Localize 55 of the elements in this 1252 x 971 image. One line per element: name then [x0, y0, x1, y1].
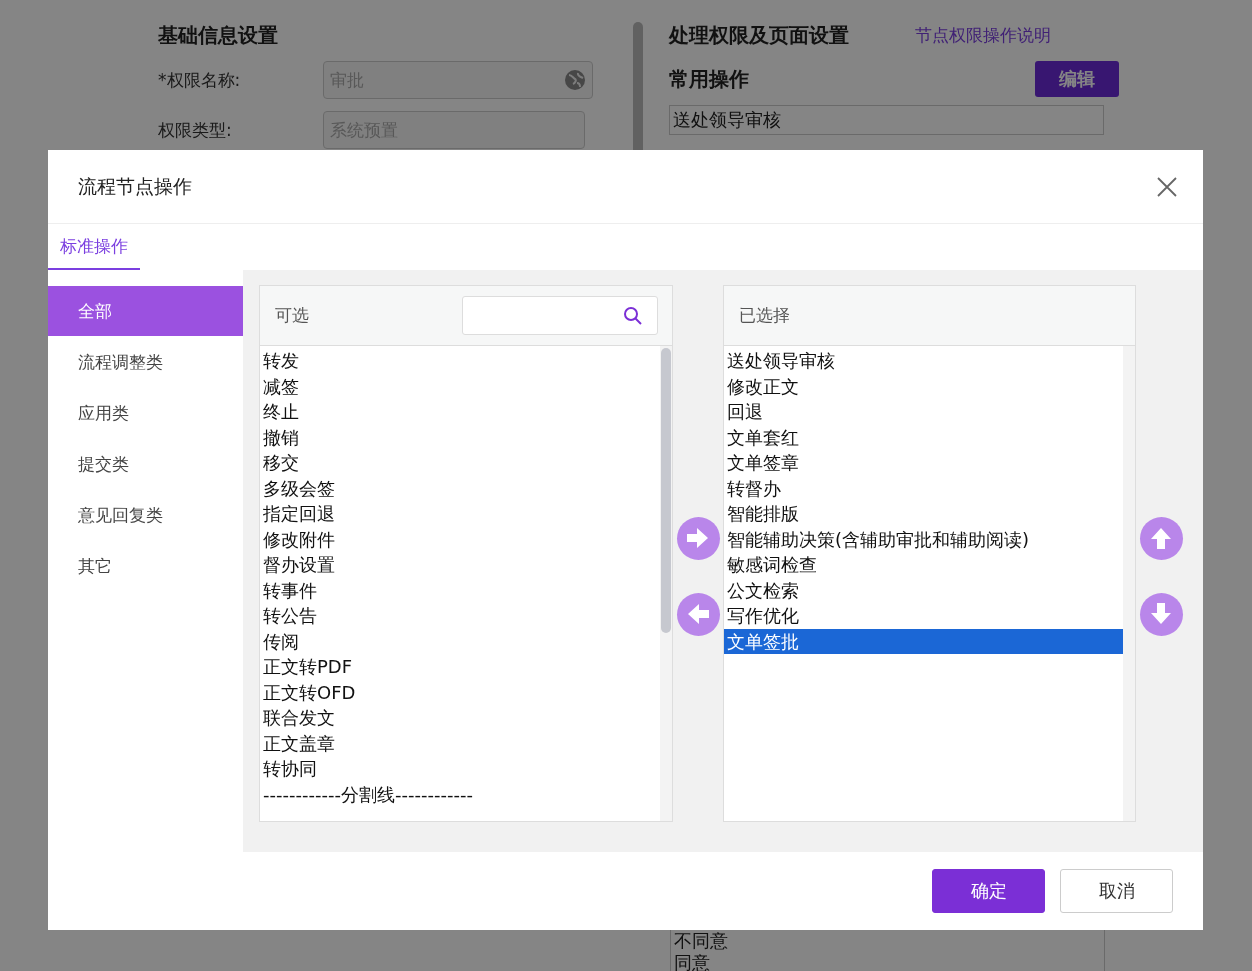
list-item[interactable]: 不同意: [674, 930, 1101, 952]
list-item[interactable]: 智能辅助决策(含辅助审批和辅助阅读): [724, 526, 1123, 552]
list-item[interactable]: 减签: [260, 373, 660, 399]
list-item[interactable]: 文单签章: [724, 450, 1123, 476]
list-item[interactable]: 撤销: [260, 424, 660, 450]
move-down-button[interactable]: [1139, 592, 1183, 636]
move-right-button[interactable]: [676, 516, 720, 560]
list-item[interactable]: 联合发文: [260, 705, 660, 731]
list-item[interactable]: 正文转OFD: [260, 679, 660, 705]
list-item[interactable]: 转公告: [260, 603, 660, 629]
scrollbar[interactable]: [660, 346, 672, 821]
list-item[interactable]: 文单套红: [724, 424, 1123, 450]
list-item[interactable]: 督办设置: [260, 552, 660, 578]
list-item[interactable]: 敏感词检查: [724, 552, 1123, 578]
list-item[interactable]: 修改附件: [260, 526, 660, 552]
list-item[interactable]: 修改正文: [724, 373, 1123, 399]
field-label: 权限类型:: [158, 118, 233, 142]
list-item[interactable]: 送处领导审核: [724, 348, 1123, 374]
close-button[interactable]: [1155, 174, 1179, 199]
move-left-button[interactable]: [676, 592, 720, 636]
list-item[interactable]: 指定回退: [260, 501, 660, 527]
list-item[interactable]: 同意: [674, 952, 1101, 971]
cancel-button[interactable]: 取消: [1060, 869, 1173, 913]
list-item[interactable]: 送处领导审核: [673, 108, 1100, 132]
section-title: 处理权限及页面设置: [669, 22, 849, 49]
section-title: 基础信息设置: [158, 22, 279, 49]
list-item[interactable]: ------------分割线------------: [260, 781, 660, 807]
list-item[interactable]: 转协同: [260, 756, 660, 782]
panel-title: 已选择: [739, 304, 790, 327]
field-label: *权限名称:: [158, 68, 242, 92]
list-item[interactable]: 移交: [260, 450, 660, 476]
list-item[interactable]: 正文转PDF: [260, 654, 660, 680]
list-item[interactable]: 智能排版: [724, 501, 1123, 527]
edit-button[interactable]: 编辑: [1035, 61, 1119, 97]
search-field[interactable]: [462, 296, 658, 335]
list-item[interactable]: 写作优化: [724, 603, 1123, 629]
list-item[interactable]: 多级会签: [260, 475, 660, 501]
confirm-button[interactable]: 确定: [932, 869, 1045, 913]
category-item[interactable]: 全部: [48, 286, 243, 336]
list-item[interactable]: 终止: [260, 399, 660, 425]
list-item[interactable]: 公文检索: [724, 577, 1123, 603]
globe-icon: [564, 69, 586, 91]
list-item[interactable]: 转事件: [260, 577, 660, 603]
dialog-title: 流程节点操作: [78, 173, 192, 199]
list-item[interactable]: 转督办: [724, 475, 1123, 501]
scrollbar[interactable]: [1123, 346, 1135, 821]
search-icon: [623, 305, 643, 326]
list-item[interactable]: 正文盖章: [260, 730, 660, 756]
list-item[interactable]: 转发: [260, 348, 660, 374]
section-title: 常用操作: [669, 65, 749, 93]
list-item[interactable]: 文单签批: [724, 628, 1123, 654]
list-item[interactable]: 回退: [724, 399, 1123, 425]
list-item[interactable]: 传阅: [260, 628, 660, 654]
move-up-button[interactable]: [1139, 516, 1183, 560]
panel-title: 可选: [275, 304, 309, 327]
